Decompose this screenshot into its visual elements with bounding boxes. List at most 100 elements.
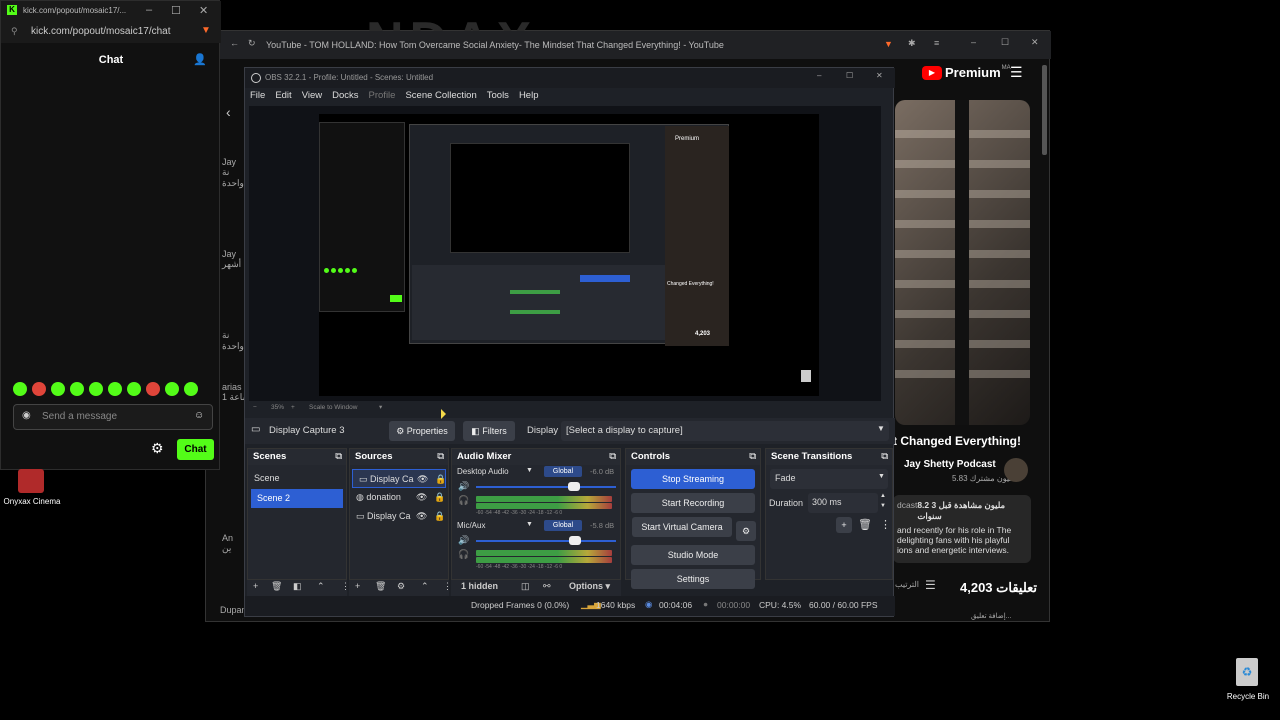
eye-icon[interactable]: 👁 <box>416 488 427 507</box>
start-recording-button[interactable]: Start Recording <box>631 493 755 513</box>
properties-button[interactable]: ⚙ Properties <box>389 421 455 441</box>
lock-icon[interactable]: 🔒 <box>434 507 445 526</box>
emoji-icon[interactable]: ☺ <box>194 410 204 421</box>
recycle-bin-icon[interactable]: ♻ <box>1236 658 1258 686</box>
sort-label[interactable]: الترتيب <box>895 580 919 589</box>
undock-icon[interactable]: ⧉ <box>749 449 756 465</box>
scene-item[interactable]: Scene <box>248 469 346 488</box>
menu-profile[interactable]: Profile <box>369 90 396 101</box>
emote-icon[interactable] <box>127 382 141 396</box>
volume-slider-handle[interactable] <box>569 536 581 545</box>
eye-icon[interactable]: 👁 <box>416 507 427 526</box>
layout-icon[interactable]: ◫ <box>521 581 530 592</box>
chat-send-button[interactable]: Chat <box>177 439 214 460</box>
studio-mode-button[interactable]: Studio Mode <box>631 545 755 565</box>
site-info-icon[interactable]: ⚲ <box>11 26 18 37</box>
description-box[interactable]: dcast 8.2 مليون مشاهدة قبل 3 سنوات and re… <box>893 495 1031 563</box>
scale-dropdown-icon[interactable]: ▾ <box>379 403 382 411</box>
chevron-down-icon[interactable]: ▼ <box>526 521 533 528</box>
chat-settings-gear-icon[interactable]: ⚙ <box>151 440 164 457</box>
virtual-camera-settings-gear-icon[interactable]: ⚙ <box>736 521 756 541</box>
channel-name[interactable]: Jay Shetty Podcast <box>904 459 996 470</box>
volume-slider[interactable] <box>476 540 616 542</box>
maximize-icon[interactable]: ☐ <box>1001 37 1009 48</box>
menu-help[interactable]: Help <box>519 90 539 101</box>
address-bar[interactable]: ⚲ kick.com/popout/mosaic17/chat ▼ <box>1 21 221 43</box>
lock-icon[interactable]: 🔒 <box>434 488 445 507</box>
duration-input[interactable]: 300 ms <box>808 493 878 513</box>
zoom-out-icon[interactable]: − <box>253 404 257 411</box>
minimize-icon[interactable]: – <box>971 37 976 47</box>
headphones-icon[interactable]: 🎧 <box>458 549 469 560</box>
display-select[interactable]: [Select a display to capture] ▼ <box>561 421 889 441</box>
emote-icon[interactable] <box>13 382 27 396</box>
send-message-input[interactable]: ◉ Send a message ☺ <box>13 404 213 430</box>
emote-icon[interactable] <box>184 382 198 396</box>
menu-icon[interactable]: ≡ <box>934 38 939 48</box>
chevron-down-icon[interactable]: ▼ <box>526 467 533 474</box>
emote-icon[interactable] <box>32 382 46 396</box>
speaker-icon[interactable]: 🔊 <box>458 481 469 492</box>
undock-icon[interactable]: ⧉ <box>609 449 616 465</box>
maximize-icon[interactable]: ☐ <box>171 4 181 17</box>
source-item[interactable]: ◍ donation 👁 🔒 <box>350 488 448 507</box>
transition-select[interactable]: Fade ▼ <box>770 469 888 489</box>
more-icon[interactable]: ⋮ <box>880 518 891 531</box>
recycle-bin-label[interactable]: Recycle Bin <box>1220 692 1276 701</box>
volume-slider-handle[interactable] <box>568 482 580 491</box>
brave-shield-icon[interactable]: ▼ <box>201 25 211 36</box>
scene-item-selected[interactable]: Scene 2 <box>251 489 343 508</box>
close-icon[interactable]: ✕ <box>876 71 883 80</box>
emote-icon[interactable] <box>70 382 84 396</box>
scrollbar[interactable] <box>1042 65 1047 155</box>
emote-icon[interactable] <box>51 382 65 396</box>
refresh-icon[interactable]: ↻ <box>248 38 256 49</box>
sort-icon[interactable]: ☰ <box>925 578 936 592</box>
add-icon[interactable]: + <box>355 581 360 591</box>
emote-icon[interactable] <box>146 382 160 396</box>
hidden-count[interactable]: 1 hidden <box>461 581 498 591</box>
menu-view[interactable]: View <box>302 90 322 101</box>
settings-button[interactable]: Settings <box>631 569 755 589</box>
menu-docks[interactable]: Docks <box>332 90 358 101</box>
scale-mode[interactable]: Scale to Window <box>309 404 357 411</box>
menu-tools[interactable]: Tools <box>487 90 509 101</box>
close-icon[interactable]: ✕ <box>1031 37 1039 48</box>
emote-icon[interactable] <box>89 382 103 396</box>
trash-icon[interactable]: 🗑 <box>858 518 872 531</box>
undock-icon[interactable]: ⧉ <box>437 449 444 465</box>
emote-icon[interactable] <box>108 382 122 396</box>
add-icon[interactable]: + <box>253 581 258 591</box>
start-virtual-camera-button[interactable]: Start Virtual Camera <box>632 517 732 537</box>
menu-scene-collection[interactable]: Scene Collection <box>405 90 476 101</box>
stepper-down-icon[interactable]: ▼ <box>880 503 886 509</box>
zoom-in-icon[interactable]: + <box>291 404 295 411</box>
volume-slider[interactable] <box>476 486 616 488</box>
onyxax-cinema-label[interactable]: Onyxax Cinema <box>0 497 64 506</box>
up-arrow-icon[interactable]: ⌃ <box>317 581 325 592</box>
url-text[interactable]: kick.com/popout/mosaic17/chat <box>31 26 171 37</box>
speaker-icon[interactable]: 🔊 <box>458 535 469 546</box>
preview-canvas[interactable]: Premium Changed Everything! 4,203 <box>319 114 819 396</box>
video-thumbnail[interactable] <box>895 100 1030 425</box>
close-icon[interactable]: ✕ <box>199 4 208 17</box>
source-item[interactable]: ▭ Display Ca 👁 🔒 <box>350 507 448 526</box>
extensions-icon[interactable]: ✱ <box>908 38 916 49</box>
youtube-premium-logo[interactable]: ▶ Premium MA <box>922 65 1011 80</box>
stop-streaming-button[interactable]: Stop Streaming <box>631 469 755 489</box>
obs-preview[interactable]: Premium Changed Everything! 4,203 <box>249 106 881 401</box>
trash-icon[interactable]: 🗑 <box>271 581 282 592</box>
headphones-icon[interactable]: 🎧 <box>458 495 469 506</box>
stepper-up-icon[interactable]: ▲ <box>880 493 886 499</box>
channel-avatar[interactable] <box>1004 458 1028 482</box>
youtube-tab-title[interactable]: YouTube - TOM HOLLAND: How Tom Overcame … <box>266 40 724 50</box>
gear-icon[interactable]: ⚙ <box>397 581 405 592</box>
undock-icon[interactable]: ⧉ <box>881 449 888 465</box>
source-item[interactable]: ▭ Display Ca 👁 🔒 <box>352 469 446 488</box>
undock-icon[interactable]: ⧉ <box>335 449 342 465</box>
filters-button[interactable]: ◧ Filters <box>463 421 515 441</box>
add-comment-placeholder[interactable]: إضافة تعليق... <box>971 612 1012 620</box>
link-icon[interactable]: ⚯ <box>543 581 551 592</box>
menu-file[interactable]: File <box>250 90 265 101</box>
lock-icon[interactable]: 🔒 <box>435 470 446 489</box>
